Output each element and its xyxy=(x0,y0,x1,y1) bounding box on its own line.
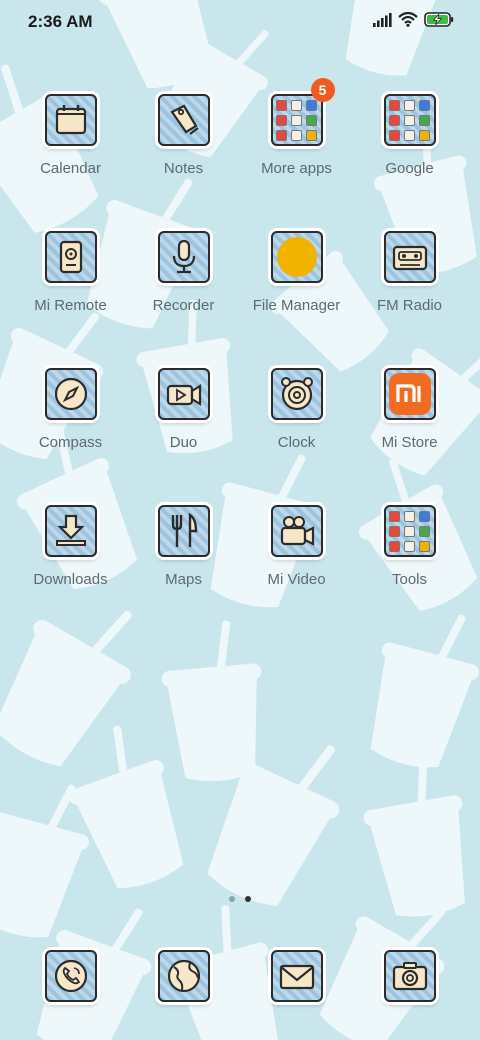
phone-tile xyxy=(44,950,97,1002)
fork-knife-icon xyxy=(164,511,204,551)
clock-tile xyxy=(270,368,323,420)
app-mi-remote[interactable]: Mi Remote xyxy=(14,231,127,314)
remote-icon xyxy=(51,237,91,277)
wifi-icon xyxy=(398,11,418,32)
yellow-circle-icon xyxy=(275,235,319,279)
globe-icon xyxy=(164,956,204,996)
wallpaper-cup xyxy=(370,614,479,768)
wallpaper-cup xyxy=(0,610,132,767)
app-mi-video[interactable]: Mi Video xyxy=(240,505,353,588)
phone-icon xyxy=(51,956,91,996)
app-notes[interactable]: Notes xyxy=(127,94,240,177)
camera-icon xyxy=(390,956,430,996)
radio-icon xyxy=(390,237,430,277)
mi-remote-label: Mi Remote xyxy=(34,297,107,314)
dock-camera[interactable] xyxy=(353,950,466,1002)
recorder-label: Recorder xyxy=(152,297,215,314)
app-tools[interactable]: Tools xyxy=(353,505,466,588)
app-clock[interactable]: Clock xyxy=(240,368,353,451)
status-time: 2:36 AM xyxy=(28,12,93,31)
tools-tile xyxy=(383,505,436,557)
video-camera-icon xyxy=(164,374,204,414)
mi-video-label: Mi Video xyxy=(267,571,326,588)
compass-tile xyxy=(44,368,97,420)
mi-remote-tile xyxy=(44,231,97,283)
notes-tile xyxy=(157,94,210,146)
folder-icon xyxy=(389,510,430,552)
download-icon xyxy=(51,511,91,551)
recorder-tile xyxy=(157,231,210,283)
app-duo[interactable]: Duo xyxy=(127,368,240,451)
duo-label: Duo xyxy=(169,434,198,451)
app-file-manager[interactable]: File Manager xyxy=(240,231,353,314)
camera-tile xyxy=(383,950,436,1002)
battery-charging-icon xyxy=(424,12,454,32)
duo-tile xyxy=(157,368,210,420)
app-maps[interactable]: Maps xyxy=(127,505,240,588)
microphone-icon xyxy=(164,237,204,277)
dock-phone[interactable] xyxy=(14,950,127,1002)
folder-icon xyxy=(276,99,317,141)
notes-tag-icon xyxy=(164,100,204,140)
google-label: Google xyxy=(385,160,434,177)
status-bar: 2:36 AM xyxy=(0,0,480,44)
clock-label: Clock xyxy=(277,434,316,451)
mi-video-tile xyxy=(270,505,323,557)
file-manager-tile xyxy=(270,231,323,283)
tools-label: Tools xyxy=(391,571,428,588)
app-more-apps[interactable]: 5 More apps xyxy=(240,78,353,177)
maps-tile xyxy=(157,505,210,557)
downloads-tile xyxy=(44,505,97,557)
page-indicator xyxy=(0,896,480,902)
app-google[interactable]: Google xyxy=(353,94,466,177)
more-apps-label: More apps xyxy=(261,160,332,177)
envelope-icon xyxy=(277,956,317,996)
app-fm-radio[interactable]: FM Radio xyxy=(353,231,466,314)
folder-icon xyxy=(389,99,430,141)
fm-radio-label: FM Radio xyxy=(376,297,443,314)
mi-store-tile xyxy=(383,368,436,420)
dock-browser[interactable] xyxy=(127,950,240,1002)
calendar-tile xyxy=(44,94,97,146)
google-tile xyxy=(383,94,436,146)
downloads-label: Downloads xyxy=(33,571,108,588)
browser-tile xyxy=(157,950,210,1002)
wallpaper-cup xyxy=(161,620,262,782)
dock-messages[interactable] xyxy=(240,950,353,1002)
mi-logo-icon xyxy=(388,372,432,416)
movie-camera-icon xyxy=(277,511,317,551)
more-apps-tile: 5 xyxy=(270,78,335,146)
calendar-label: Calendar xyxy=(40,160,101,177)
app-compass[interactable]: Compass xyxy=(14,368,127,451)
app-downloads[interactable]: Downloads xyxy=(14,505,127,588)
page-dot-2[interactable] xyxy=(245,896,251,902)
app-mi-store[interactable]: Mi Store xyxy=(353,368,466,451)
notes-label: Notes xyxy=(163,160,204,177)
app-recorder[interactable]: Recorder xyxy=(127,231,240,314)
signal-icon xyxy=(372,12,392,32)
fm-radio-tile xyxy=(383,231,436,283)
calendar-icon xyxy=(51,100,91,140)
app-calendar[interactable]: Calendar xyxy=(14,94,127,177)
compass-label: Compass xyxy=(38,434,103,451)
maps-label: Maps xyxy=(165,571,202,588)
page-dot-1[interactable] xyxy=(229,896,235,902)
messages-tile xyxy=(270,950,323,1002)
mi-store-label: Mi Store xyxy=(381,434,438,451)
notification-badge: 5 xyxy=(310,78,335,102)
compass-icon xyxy=(51,374,91,414)
alarm-clock-icon xyxy=(277,374,317,414)
file-manager-label: File Manager xyxy=(252,297,341,314)
